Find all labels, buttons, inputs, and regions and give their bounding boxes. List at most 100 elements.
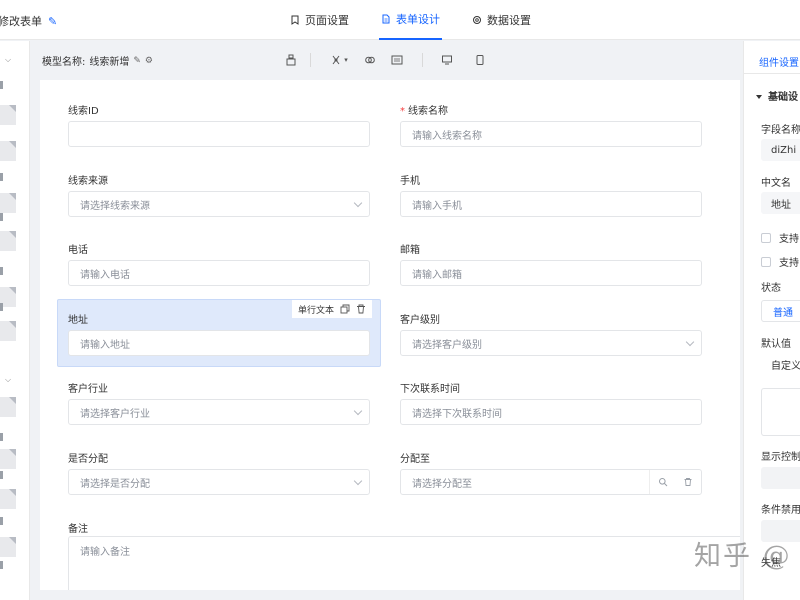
field-label: 手机 xyxy=(400,176,420,187)
copy-icon[interactable] xyxy=(340,304,350,314)
checkbox[interactable] xyxy=(761,256,771,267)
checkbox-label: 支持 xyxy=(779,234,799,245)
select-placeholder: 请选择是否分配 xyxy=(80,478,150,490)
tab-page-settings-label: 页面设置 xyxy=(305,14,349,27)
checkbox[interactable] xyxy=(761,232,771,243)
search-icon[interactable] xyxy=(658,477,668,487)
next-contact-time-picker[interactable]: 请选择下次联系时间 xyxy=(400,399,702,425)
tab-divider xyxy=(744,73,800,74)
chevron-down-icon xyxy=(353,476,363,486)
component-item[interactable] xyxy=(0,433,3,441)
component-item[interactable] xyxy=(0,193,16,213)
field-name-input[interactable]: diZhi xyxy=(761,139,800,161)
component-item[interactable] xyxy=(0,213,3,221)
phone-input[interactable]: 请输入电话 xyxy=(68,260,370,286)
input-addon xyxy=(649,470,701,494)
component-item[interactable] xyxy=(0,449,16,469)
tab-data-settings[interactable]: 数据设置 xyxy=(470,0,533,40)
remark-textarea[interactable]: 请输入备注 xyxy=(68,536,740,590)
mobile-input[interactable]: 请输入手机 xyxy=(400,191,702,217)
desktop-preview-button[interactable] xyxy=(440,51,454,69)
cn-name-label: 中文名 xyxy=(761,178,791,189)
email-input[interactable]: 请输入邮箱 xyxy=(400,260,702,286)
component-item[interactable] xyxy=(0,517,3,525)
top-bar: 修改表单 ✎ 页面设置 表单设计 数据设置 xyxy=(0,0,800,40)
selected-field-toolbar: 单行文本 xyxy=(292,300,373,318)
display-control-input[interactable] xyxy=(761,467,800,489)
customer-industry-select[interactable]: 请选择客户行业 xyxy=(68,399,370,425)
component-item[interactable] xyxy=(0,397,16,417)
component-item[interactable] xyxy=(0,471,3,479)
form-title: 修改表单 ✎ xyxy=(0,13,57,29)
component-item[interactable] xyxy=(0,537,16,557)
model-name-label: 模型名称: xyxy=(42,57,86,68)
status-normal-button[interactable]: 普通 xyxy=(761,300,800,322)
chevron-down-icon[interactable]: ⌵ xyxy=(5,375,11,385)
clear-button[interactable] xyxy=(284,51,298,69)
field-label: 线索ID xyxy=(68,106,99,117)
caret-down-icon xyxy=(756,95,762,99)
component-item[interactable] xyxy=(0,231,16,251)
trash-icon[interactable] xyxy=(683,477,693,487)
field-label: 客户行业 xyxy=(68,384,108,395)
component-item[interactable] xyxy=(0,303,3,311)
default-value-textarea[interactable] xyxy=(761,388,800,436)
edit-icon[interactable]: ✎ xyxy=(48,15,57,28)
tab-form-design[interactable]: 表单设计 xyxy=(379,0,442,40)
edit-icon[interactable]: ✎ xyxy=(133,56,141,66)
chevron-down-icon xyxy=(353,198,363,208)
field-label-text: 线索名称 xyxy=(408,106,448,117)
desktop-icon xyxy=(442,55,452,65)
link-button[interactable] xyxy=(363,51,377,69)
component-item[interactable] xyxy=(0,561,3,569)
chevron-down-icon xyxy=(685,337,695,347)
component-item[interactable] xyxy=(0,489,16,509)
component-item[interactable] xyxy=(0,141,16,161)
component-item[interactable] xyxy=(0,81,3,89)
basic-settings-header[interactable]: 基础设 xyxy=(756,88,798,103)
watermark: 知乎 @ xyxy=(694,541,792,572)
support-checkbox-2[interactable]: 支持 xyxy=(761,254,799,269)
checkbox-label: 支持 xyxy=(779,258,799,269)
lead-name-input[interactable]: 请输入线索名称 xyxy=(400,121,702,147)
field-label: 电话 xyxy=(68,245,88,256)
address-input[interactable]: 请输入地址 xyxy=(68,330,370,356)
field-label: 下次联系时间 xyxy=(400,384,460,395)
settings-icon[interactable]: ⚙ xyxy=(145,56,153,66)
select-placeholder: 请选择客户行业 xyxy=(80,408,150,420)
mobile-preview-button[interactable] xyxy=(473,51,487,69)
design-tabs: 页面设置 表单设计 数据设置 xyxy=(288,0,561,40)
bookmark-icon xyxy=(291,15,299,25)
condition-disable-label: 条件禁用 xyxy=(761,505,800,516)
select-placeholder: 请选择线索来源 xyxy=(80,200,150,212)
component-item[interactable] xyxy=(0,267,3,275)
designer-toolbar: 模型名称: 线索新增 ✎ ⚙ ▾ xyxy=(30,41,742,79)
tablet-icon xyxy=(476,55,484,65)
code-icon xyxy=(391,55,403,65)
component-library: ⌵ ⌵ xyxy=(0,41,30,600)
assign-to-input[interactable]: 请选择分配至 xyxy=(400,469,702,495)
tab-form-design-label: 表单设计 xyxy=(396,13,440,26)
status-label: 状态 xyxy=(761,283,781,294)
display-control-label: 显示控制 xyxy=(761,452,800,463)
is-assigned-select[interactable]: 请选择是否分配 xyxy=(68,469,370,495)
delete-icon[interactable] xyxy=(356,304,366,314)
gear-icon xyxy=(473,16,481,24)
component-item[interactable] xyxy=(0,321,16,341)
tab-page-settings[interactable]: 页面设置 xyxy=(288,0,351,40)
component-item[interactable] xyxy=(0,173,3,181)
document-icon xyxy=(382,14,390,24)
tab-component-settings[interactable]: 组件设置 xyxy=(759,54,799,69)
component-item[interactable] xyxy=(0,105,16,125)
layout-dropdown[interactable]: ▾ xyxy=(328,51,350,69)
code-button[interactable] xyxy=(390,51,404,69)
broom-icon xyxy=(286,54,296,66)
default-value-select[interactable]: 自定义 xyxy=(761,353,800,375)
properties-panel: 组件设置 基础设 字段名称 diZhi 中文名 地址 支持 支持 状态 普通 默… xyxy=(743,41,800,600)
support-checkbox-1[interactable]: 支持 xyxy=(761,230,799,245)
cn-name-input[interactable]: 地址 xyxy=(761,192,800,214)
chevron-down-icon[interactable]: ⌵ xyxy=(5,55,11,65)
lead-source-select[interactable]: 请选择线索来源 xyxy=(68,191,370,217)
lead-id-input[interactable] xyxy=(68,121,370,147)
customer-level-select[interactable]: 请选择客户级别 xyxy=(400,330,702,356)
